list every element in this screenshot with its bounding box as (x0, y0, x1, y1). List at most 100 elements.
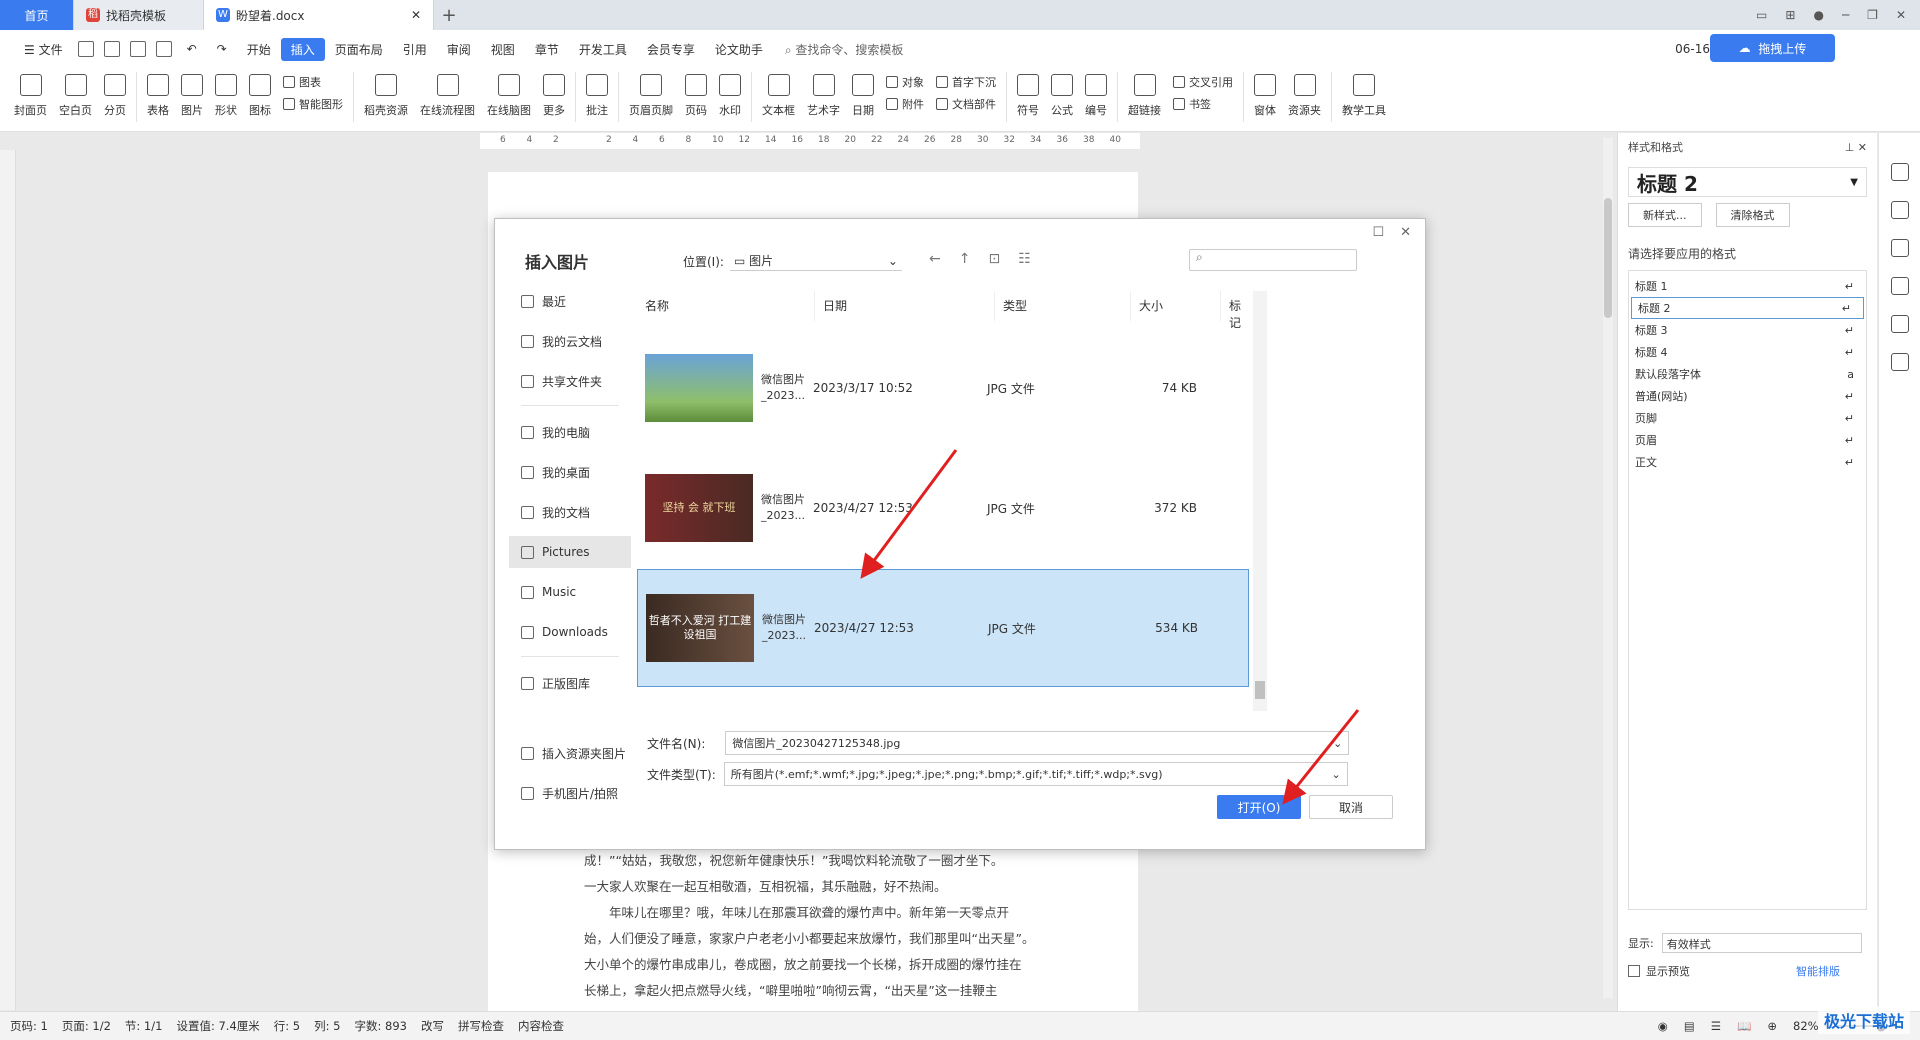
sidebar-item-desktop[interactable]: 我的桌面 (509, 456, 631, 488)
col-size[interactable]: 大小 (1131, 291, 1221, 321)
menu-5[interactable]: 视图 (481, 38, 525, 61)
filetype-select[interactable]: 所有图片(*.emf;*.wmf;*.jpg;*.jpeg;*.jpe;*.pn… (723, 762, 1348, 786)
pin-close-icons[interactable]: ⊥ ✕ (1845, 141, 1867, 154)
picture-button[interactable]: 图片 (175, 72, 209, 128)
sidebar-item-phone[interactable]: 手机图片/拍照 (509, 777, 631, 809)
hyperlink-button[interactable]: 超链接 (1122, 72, 1167, 128)
tab-home[interactable]: 首页 (0, 0, 74, 30)
preview-icon[interactable] (155, 41, 172, 57)
undo-icon[interactable]: ↶ (177, 39, 207, 59)
object-button[interactable]: 对象 (886, 74, 924, 90)
maximize-icon[interactable]: ☐ (1372, 225, 1384, 240)
menu-file[interactable]: ☰ 文件 (14, 38, 73, 61)
spell-check-button[interactable]: 拼写检查 (458, 1018, 504, 1034)
menu-0[interactable]: 开始 (237, 38, 281, 61)
style-item[interactable]: 页脚 ↵ (1629, 407, 1866, 429)
redo-icon[interactable]: ↷ (207, 39, 237, 59)
up-icon[interactable]: ↑ (959, 251, 971, 267)
save-icon[interactable] (77, 41, 94, 57)
textbox-button[interactable]: 文本框 (756, 72, 801, 128)
book-icon[interactable] (1890, 353, 1909, 371)
back-icon[interactable]: ← (929, 251, 941, 267)
print-icon[interactable] (129, 41, 146, 57)
form-button[interactable]: 窗体 (1248, 72, 1282, 128)
location-icon[interactable] (1890, 315, 1909, 333)
more-button[interactable]: 更多 (537, 72, 571, 128)
restore-button[interactable]: ❐ (1867, 8, 1878, 22)
tab-document[interactable]: W 盼望着.docx ✕ (204, 0, 434, 30)
bookmark-button[interactable]: 书签 (1173, 96, 1233, 112)
tab-template[interactable]: 稻找稻壳模板 (74, 0, 204, 30)
eye-icon[interactable]: ◉ (1658, 1019, 1668, 1033)
outline-view-icon[interactable]: ☰ (1711, 1019, 1721, 1033)
web-view-icon[interactable]: ⊕ (1767, 1019, 1777, 1033)
chart-button[interactable]: 图表 (283, 74, 343, 90)
sidebar-item-resource[interactable]: 插入资源夹图片 (509, 737, 631, 769)
sidebar-item-gallery[interactable]: 正版图库 (509, 667, 631, 699)
watermark-button[interactable]: 水印 (713, 72, 747, 128)
table-button[interactable]: 表格 (141, 72, 175, 128)
menu-9[interactable]: 论文助手 (705, 38, 773, 61)
export-icon[interactable] (103, 41, 120, 57)
menu-6[interactable]: 章节 (525, 38, 569, 61)
style-item-selected[interactable]: 标题 2 ↵ (1631, 297, 1864, 319)
avatar[interactable]: ● (1813, 8, 1823, 22)
scroll-thumb[interactable] (1255, 681, 1265, 699)
scroll-thumb[interactable] (1604, 198, 1612, 318)
sidebar-item-cloud[interactable]: 我的云文档 (509, 325, 631, 357)
close-tab-icon[interactable]: ✕ (411, 8, 421, 22)
col-date[interactable]: 日期 (815, 291, 995, 321)
new-tab-button[interactable]: + (434, 0, 464, 30)
sidebar-item-recent[interactable]: 最近 (509, 285, 631, 317)
page-view-icon[interactable]: ▤ (1684, 1019, 1695, 1033)
command-search[interactable]: ⌕ 查找命令、搜索模板 (785, 41, 904, 58)
menu-3[interactable]: 引用 (393, 38, 437, 61)
style-item[interactable]: 标题 3 ↵ (1629, 319, 1866, 341)
menu-2[interactable]: 页面布局 (325, 38, 393, 61)
menu-8[interactable]: 会员专享 (637, 38, 705, 61)
cover-page-button[interactable]: 封面页 (8, 72, 53, 128)
wordart-button[interactable]: 艺术字 (801, 72, 846, 128)
zoom-value[interactable]: 82% (1793, 1019, 1819, 1033)
new-folder-icon[interactable]: ⊡ (988, 251, 1000, 267)
open-button[interactable]: 打开(O) (1217, 795, 1301, 819)
attachment-button[interactable]: 附件 (886, 96, 924, 112)
formula-button[interactable]: 公式 (1045, 72, 1079, 128)
col-type[interactable]: 类型 (995, 291, 1131, 321)
symbol-button[interactable]: 符号 (1011, 72, 1045, 128)
sidebar-item-shared[interactable]: 共享文件夹 (509, 365, 631, 397)
col-tag[interactable]: 标记 (1221, 291, 1249, 330)
sidebar-item-pictures[interactable]: Pictures (509, 536, 631, 568)
file-row-selected[interactable]: 哲者不入爱河 打工建设祖国 微信图片_2023... 2023/4/27 12:… (637, 569, 1249, 687)
select-icon[interactable] (1890, 201, 1909, 219)
file-list-scrollbar[interactable] (1253, 291, 1267, 711)
close-window-button[interactable]: ✕ (1896, 8, 1906, 22)
dropcap-button[interactable]: 首字下沉 (936, 74, 996, 90)
clear-format-button[interactable]: 清除格式 (1715, 203, 1790, 227)
doc-parts-button[interactable]: 文档部件 (936, 96, 996, 112)
close-icon[interactable]: ✕ (1400, 225, 1411, 240)
sidebar-item-music[interactable]: Music (509, 576, 631, 608)
page-break-button[interactable]: 分页 (98, 72, 132, 128)
view-mode-icon[interactable]: ☷ (1018, 251, 1031, 267)
show-dropdown[interactable]: 有效样式 (1661, 933, 1862, 953)
layout-icon[interactable]: ▭ (1756, 8, 1767, 22)
style-item[interactable]: 标题 1 ↵ (1629, 275, 1866, 297)
location-dropdown[interactable]: ▭ 图片 ⌄ (729, 251, 902, 271)
chevron-down-icon[interactable]: ⌄ (1332, 768, 1341, 781)
date-button[interactable]: 日期 (846, 72, 880, 128)
minimize-button[interactable]: ─ (1842, 8, 1849, 22)
smart-layout-link[interactable]: 智能排版 (1796, 963, 1840, 979)
new-style-button[interactable]: 新样式... (1628, 203, 1702, 227)
sidebar-item-downloads[interactable]: Downloads (509, 616, 631, 648)
chevron-down-icon[interactable]: ⌄ (1333, 737, 1342, 750)
teaching-tools-button[interactable]: 教学工具 (1336, 72, 1392, 128)
status-revise[interactable]: 改写 (421, 1018, 444, 1034)
style-item[interactable]: 标题 4 ↵ (1629, 341, 1866, 363)
comment-button[interactable]: 批注 (580, 72, 614, 128)
page-number-button[interactable]: 页码 (679, 72, 713, 128)
file-row[interactable]: 坚持 会 就下班 微信图片_2023... 2023/4/27 12:53 JP… (637, 449, 1249, 567)
apps-icon[interactable]: ⊞ (1785, 8, 1795, 22)
style-item[interactable]: 正文 ↵ (1629, 451, 1866, 473)
file-row[interactable]: 微信图片_2023... 2023/3/17 10:52 JPG 文件 74 K… (637, 329, 1249, 447)
